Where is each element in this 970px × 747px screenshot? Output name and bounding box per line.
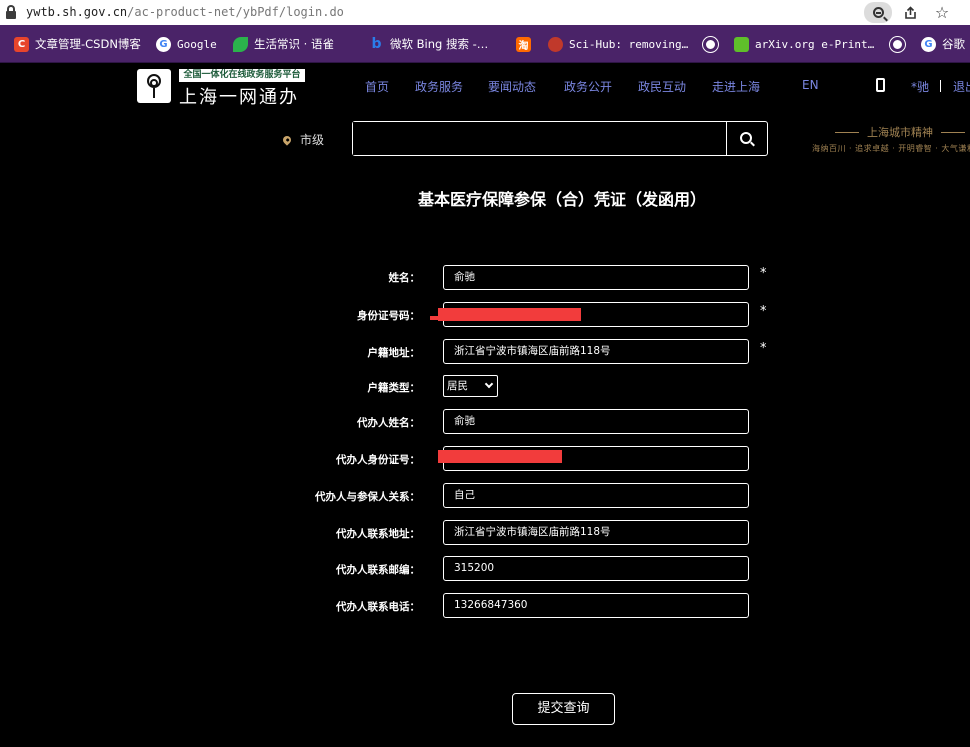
bookmark-google[interactable]: G Google <box>156 36 217 52</box>
nav-shanghai[interactable]: 走进上海 <box>712 78 760 95</box>
nav-news[interactable]: 要闻动态 <box>488 78 536 95</box>
household-address-field[interactable]: 浙江省宁波市镇海区庙前路118号 <box>443 339 749 364</box>
bookmark-star-button[interactable]: ☆ <box>930 2 954 23</box>
bookmark-bing[interactable]: b 微软 Bing 搜索 -… <box>369 36 488 52</box>
csdn-icon: C <box>14 36 29 52</box>
name-label: 姓名： <box>388 272 421 284</box>
agent-postcode-field[interactable]: 315200 <box>443 556 749 581</box>
search-box <box>352 121 768 156</box>
agent-phone-field[interactable]: 13266847360 <box>443 593 749 618</box>
address-bar[interactable]: ywtb.sh.gov.cn/ac-product-net/ybPdf/logi… <box>0 0 970 25</box>
bookmark-arxiv[interactable]: arXiv.org e-Print… <box>734 36 874 52</box>
site-logo[interactable]: 全国一体化在线政务服务平台 上海一网通办 <box>137 69 307 108</box>
name-field[interactable]: 俞驰 <box>443 265 749 290</box>
bookmark-google-cn[interactable]: G 谷歌 <box>921 36 965 52</box>
bookmark-label: arXiv.org e-Print… <box>755 37 875 51</box>
search-icon <box>740 131 752 144</box>
arxiv-icon <box>734 36 749 52</box>
nav-gov-disclosure[interactable]: 政务公开 <box>564 78 612 95</box>
id-number-required-mark: * <box>760 304 767 319</box>
nav-gov-services[interactable]: 政务服务 <box>415 78 463 95</box>
bookmarks-bar: C 文章管理-CSDN博客 G Google 生活常识 · 语雀 b 微软 Bing … <box>0 25 970 63</box>
household-address-label: 户籍地址： <box>367 347 421 359</box>
yuque-icon <box>233 36 248 52</box>
city-spirit-title: 上海城市精神 <box>810 124 970 140</box>
id-number-label: 身份证号码： <box>357 310 420 322</box>
lock-icon[interactable] <box>6 5 16 19</box>
bookmark-globe-2[interactable] <box>890 36 911 52</box>
household-address-required-mark: * <box>760 341 767 356</box>
submit-query-button[interactable]: 提交查询 <box>512 693 615 725</box>
search-input[interactable] <box>353 122 726 155</box>
url-path: /ac-product-net/ybPdf/login.do <box>127 5 344 19</box>
nav-home[interactable]: 首页 <box>365 78 389 95</box>
bookmark-label: 微软 Bing 搜索 -… <box>390 37 489 51</box>
nav-english[interactable]: EN <box>802 78 819 92</box>
bookmark-label: Google <box>177 37 217 51</box>
globe-icon <box>703 36 718 52</box>
form-title: 基本医疗保障参保（合）凭证（发函用） <box>417 190 706 209</box>
agent-id-label: 代办人身份证号： <box>336 454 420 466</box>
chevron-down-icon <box>484 379 494 389</box>
agent-address-field[interactable]: 浙江省宁波市镇海区庙前路118号 <box>443 520 749 545</box>
name-required-mark: * <box>760 266 767 281</box>
bookmark-label: 谷歌 <box>942 37 965 51</box>
location-selector[interactable]: 市级 <box>281 131 325 148</box>
mobile-icon[interactable] <box>876 78 885 92</box>
share-icon <box>904 5 916 19</box>
household-type-value: 居民 <box>447 380 468 392</box>
city-spirit-subtitle: 海纳百川 · 追求卓越 · 开明睿智 · 大气谦和 <box>812 144 970 153</box>
logout-link[interactable]: 退出 <box>953 78 970 95</box>
search-button[interactable] <box>726 122 767 155</box>
agent-name-label: 代办人姓名： <box>357 417 420 429</box>
bookmark-yuque[interactable]: 生活常识 · 语雀 <box>233 36 334 52</box>
location-pin-icon <box>281 133 293 146</box>
city-spirit-banner: 上海城市精神 海纳百川 · 追求卓越 · 开明睿智 · 大气谦和 <box>810 124 970 156</box>
agent-relation-label: 代办人与参保人关系： <box>315 491 420 503</box>
star-icon: ☆ <box>934 3 950 22</box>
id-number-redaction-mark <box>430 316 442 320</box>
zoom-out-icon <box>872 7 884 18</box>
zoom-button[interactable] <box>864 2 892 23</box>
nav-interaction[interactable]: 政民互动 <box>638 78 686 95</box>
agent-postcode-label: 代办人联系邮编： <box>336 564 420 576</box>
bookmark-label: 文章管理-CSDN博客 <box>35 37 141 51</box>
bookmark-scihub[interactable]: Sci-Hub: removing… <box>548 36 688 52</box>
agent-phone-label: 代办人联系电话： <box>336 601 420 613</box>
bing-icon: b <box>371 36 382 52</box>
household-type-label: 户籍类型： <box>367 382 421 394</box>
nav-divider <box>940 80 941 92</box>
logo-emblem-icon <box>137 69 171 103</box>
share-button[interactable] <box>898 2 922 23</box>
bookmark-label: Sci-Hub: removing… <box>569 37 689 51</box>
bookmark-taobao[interactable]: 淘 <box>516 36 537 52</box>
globe-icon <box>890 36 905 52</box>
agent-name-field[interactable]: 俞驰 <box>443 409 749 434</box>
google-icon: G <box>156 36 171 52</box>
google-icon: G <box>921 36 936 52</box>
agent-id-redaction <box>438 450 562 463</box>
taobao-icon: 淘 <box>516 36 531 52</box>
bookmark-globe-1[interactable] <box>703 36 724 52</box>
agent-address-label: 代办人联系地址： <box>336 528 420 540</box>
logo-name: 上海一网通办 <box>179 87 299 108</box>
household-type-select[interactable]: 居民 <box>443 375 498 397</box>
id-number-redaction <box>438 308 581 321</box>
location-label: 市级 <box>300 133 325 147</box>
url-host: ywtb.sh.gov.cn <box>26 5 128 19</box>
bookmark-label: 生活常识 · 语雀 <box>254 37 334 51</box>
agent-relation-field[interactable]: 自己 <box>443 483 749 508</box>
logo-tagline: 全国一体化在线政务服务平台 <box>179 69 305 82</box>
user-name[interactable]: *驰 <box>911 78 929 95</box>
bookmark-csdn[interactable]: C 文章管理-CSDN博客 <box>14 36 141 52</box>
scihub-icon <box>548 36 563 52</box>
url-text[interactable]: ywtb.sh.gov.cn/ac-product-net/ybPdf/logi… <box>26 5 344 19</box>
